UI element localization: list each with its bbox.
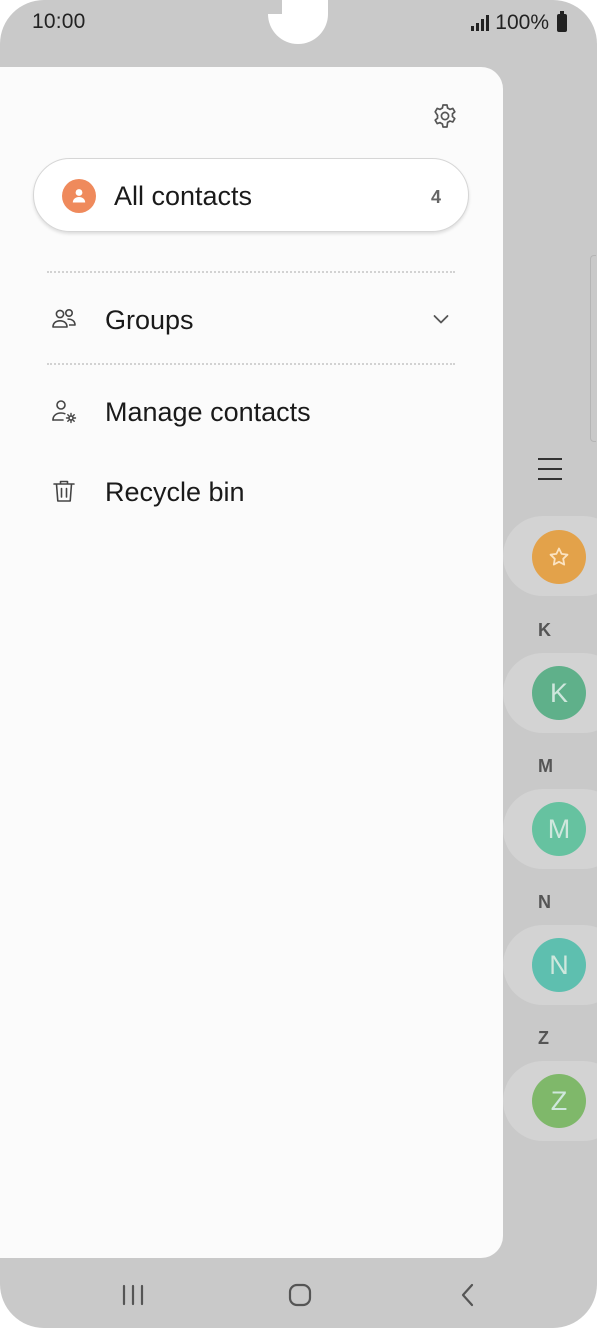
groups-label: Groups — [105, 305, 194, 335]
section-letter-z: Z — [538, 1028, 549, 1048]
recycle-bin-label: Recycle bin — [105, 477, 245, 507]
recycle-bin-item[interactable]: Recycle bin — [47, 461, 467, 521]
contact-avatar-m: M — [532, 802, 586, 856]
home-icon — [288, 1283, 312, 1307]
favorites-star-icon — [532, 530, 586, 584]
trash-icon — [53, 480, 75, 502]
fast-scroll-handle[interactable] — [590, 255, 596, 442]
contact-avatar-n: N — [532, 938, 586, 992]
settings-button[interactable] — [426, 97, 464, 135]
manage-contacts-label: Manage contacts — [105, 397, 311, 427]
menu-icon[interactable] — [538, 458, 562, 480]
section-letter-m: M — [538, 756, 553, 776]
recents-icon — [122, 1284, 144, 1306]
all-contacts-label: All contacts — [114, 181, 253, 211]
battery-icon — [557, 11, 567, 32]
navigation-drawer: All contacts 4 Groups Manage contacts Re… — [0, 67, 503, 1258]
status-time: 10:00 — [32, 10, 86, 33]
battery-percent: 100% — [495, 11, 549, 34]
all-contacts-button[interactable]: All contacts 4 — [33, 158, 469, 232]
person-icon — [62, 179, 96, 213]
section-letter-n: N — [538, 892, 551, 912]
camera-notch — [268, 0, 328, 44]
manage-contacts-icon — [52, 400, 77, 424]
status-icons: 100% — [471, 10, 567, 36]
contact-avatar-z: Z — [532, 1074, 586, 1128]
divider — [47, 363, 455, 365]
manage-contacts-item[interactable]: Manage contacts — [47, 381, 467, 441]
back-button[interactable] — [446, 1278, 490, 1312]
home-button[interactable] — [278, 1278, 322, 1312]
phone-screen: 10:00 100% K K M M N N Z Z All contacts … — [0, 0, 597, 1328]
gear-icon — [434, 104, 456, 128]
contact-avatar-k: K — [532, 666, 586, 720]
signal-icon — [471, 15, 490, 31]
groups-item[interactable]: Groups — [47, 289, 467, 349]
chevron-down-icon[interactable] — [431, 309, 451, 329]
back-icon — [461, 1283, 474, 1307]
system-nav-bar — [0, 1258, 597, 1328]
section-letter-k: K — [538, 620, 551, 640]
groups-icon — [52, 309, 76, 328]
divider — [47, 271, 455, 273]
recents-button[interactable] — [111, 1278, 155, 1312]
all-contacts-count: 4 — [430, 187, 441, 207]
